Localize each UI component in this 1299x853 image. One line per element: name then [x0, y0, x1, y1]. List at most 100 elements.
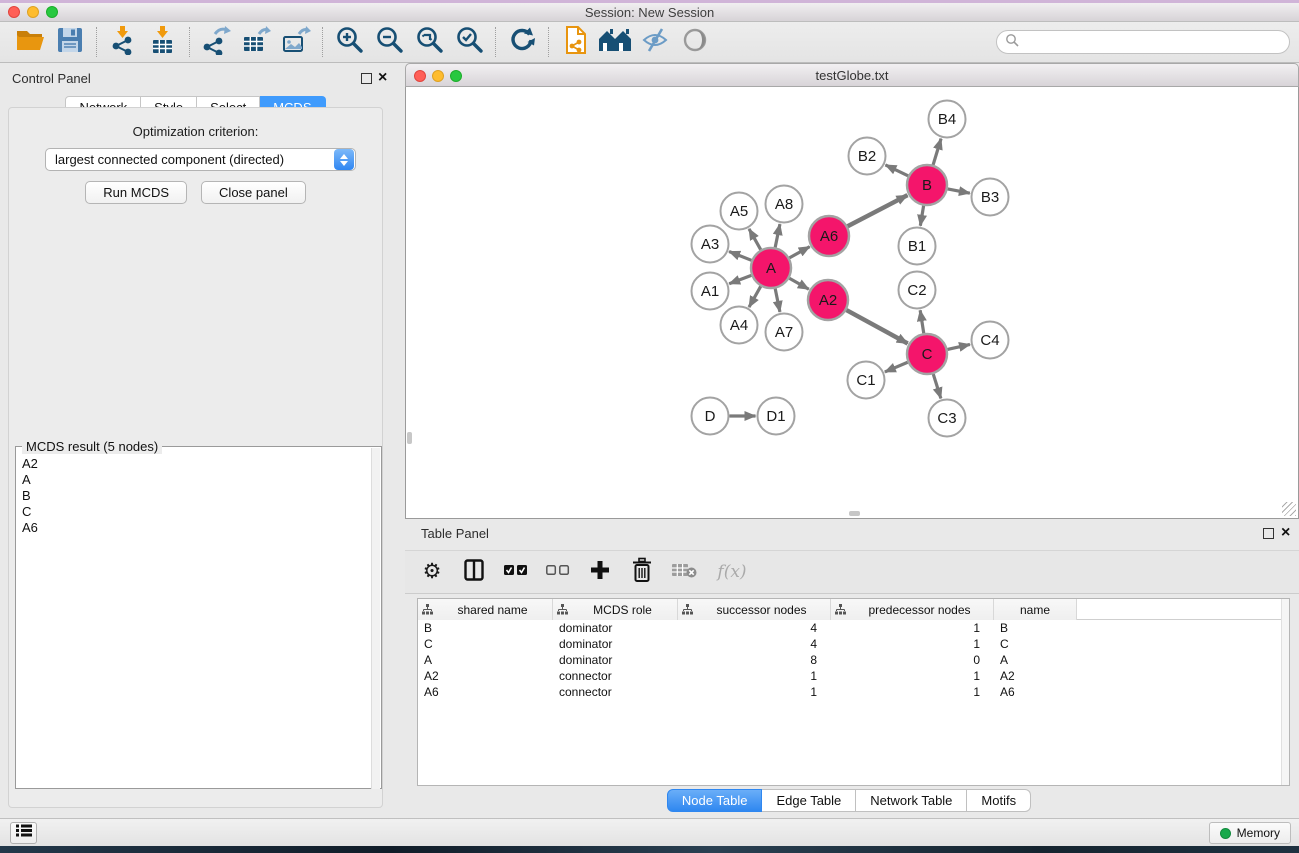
table-row-b[interactable]: Bdominator41B — [418, 620, 1289, 636]
column-header-name[interactable]: name — [994, 599, 1077, 620]
close-window-button[interactable] — [8, 6, 20, 18]
zoom-selected-button[interactable] — [449, 24, 489, 60]
result-item-a6[interactable]: A6 — [16, 520, 381, 536]
result-list-scrollbar[interactable] — [371, 448, 380, 789]
cell-name[interactable]: B — [994, 620, 1077, 636]
network-hscroll-thumb[interactable] — [849, 511, 860, 516]
edge-B-B4[interactable] — [933, 139, 941, 165]
table-settings-button[interactable]: ⚙ — [419, 558, 445, 586]
network-resize-grip[interactable] — [1282, 502, 1296, 516]
select-all-button[interactable] — [503, 558, 529, 586]
zoom-in-button[interactable] — [329, 24, 369, 60]
edge-A-A3[interactable] — [729, 252, 751, 261]
edge-A-A6[interactable] — [789, 247, 809, 258]
cell-successor-nodes[interactable]: 1 — [678, 668, 831, 684]
result-item-a2[interactable]: A2 — [16, 456, 381, 472]
close-panel-icon-button[interactable]: × — [378, 69, 387, 87]
criterion-dropdown[interactable]: largest connected component (directed) — [45, 148, 356, 171]
column-header-successor-nodes[interactable]: successor nodes — [678, 599, 831, 620]
result-item-a[interactable]: A — [16, 472, 381, 488]
cell-predecessor-nodes[interactable]: 1 — [831, 620, 994, 636]
cell-successor-nodes[interactable]: 4 — [678, 620, 831, 636]
show-columns-button[interactable] — [461, 558, 487, 586]
edge-A-A1[interactable] — [729, 275, 751, 283]
function-builder-button[interactable]: f(x) — [713, 558, 751, 586]
cell-predecessor-nodes[interactable]: 1 — [831, 684, 994, 700]
add-row-button[interactable] — [587, 558, 613, 586]
cell-shared-name[interactable]: C — [418, 636, 553, 652]
edge-A-A4[interactable] — [749, 286, 761, 307]
cell-name[interactable]: A — [994, 652, 1077, 668]
delete-row-button[interactable] — [629, 558, 655, 586]
cell-predecessor-nodes[interactable]: 0 — [831, 652, 994, 668]
table-row-a2[interactable]: A2connector11A2 — [418, 668, 1289, 684]
show-details-button[interactable] — [675, 24, 715, 60]
edge-C-C3[interactable] — [933, 374, 941, 398]
search-field[interactable] — [996, 30, 1290, 54]
edge-A-A7[interactable] — [775, 289, 780, 312]
table-row-c[interactable]: Cdominator41C — [418, 636, 1289, 652]
edge-A2-C[interactable] — [846, 310, 907, 343]
unselect-all-button[interactable] — [545, 558, 571, 586]
minimize-window-button[interactable] — [27, 6, 39, 18]
cell-successor-nodes[interactable]: 8 — [678, 652, 831, 668]
houses-button[interactable] — [595, 24, 635, 60]
edge-A-A5[interactable] — [749, 229, 761, 250]
table-row-a[interactable]: Adominator80A — [418, 652, 1289, 668]
cell-mcds-role[interactable]: connector — [553, 684, 678, 700]
zoom-window-button[interactable] — [46, 6, 58, 18]
column-header-mcds-role[interactable]: MCDS role — [553, 599, 678, 620]
edge-C-C1[interactable] — [885, 362, 908, 372]
delete-table-button[interactable] — [671, 558, 697, 586]
export-image-button[interactable] — [276, 24, 316, 60]
cell-successor-nodes[interactable]: 1 — [678, 684, 831, 700]
column-header-predecessor-nodes[interactable]: predecessor nodes — [831, 599, 994, 620]
edge-A-A2[interactable] — [789, 278, 809, 289]
edge-A6-B[interactable] — [848, 195, 908, 226]
export-network-button[interactable] — [196, 24, 236, 60]
import-table-button[interactable] — [143, 24, 183, 60]
cell-shared-name[interactable]: A2 — [418, 668, 553, 684]
edge-A-A8[interactable] — [775, 224, 780, 247]
network-window-titlebar[interactable]: testGlobe.txt — [405, 63, 1299, 87]
cell-mcds-role[interactable]: dominator — [553, 620, 678, 636]
tab-network-table[interactable]: Network Table — [856, 789, 967, 812]
result-item-c[interactable]: C — [16, 504, 381, 520]
memory-button[interactable]: Memory — [1209, 822, 1291, 844]
hide-details-button[interactable] — [635, 24, 675, 60]
import-network-button[interactable] — [103, 24, 143, 60]
network-document-button[interactable] — [555, 24, 595, 60]
cell-shared-name[interactable]: B — [418, 620, 553, 636]
cell-mcds-role[interactable]: connector — [553, 668, 678, 684]
refresh-button[interactable] — [502, 24, 542, 60]
table-row-a6[interactable]: A6connector11A6 — [418, 684, 1289, 700]
edge-B-B2[interactable] — [885, 165, 908, 176]
table-vscroll[interactable] — [1281, 599, 1289, 785]
cell-name[interactable]: A6 — [994, 684, 1077, 700]
task-history-button[interactable] — [10, 822, 37, 844]
cell-mcds-role[interactable]: dominator — [553, 636, 678, 652]
table-float-button[interactable] — [1263, 528, 1274, 539]
save-session-button[interactable] — [50, 24, 90, 60]
cell-shared-name[interactable]: A6 — [418, 684, 553, 700]
cell-name[interactable]: A2 — [994, 668, 1077, 684]
edge-C-C2[interactable] — [920, 310, 924, 333]
open-file-button[interactable] — [10, 24, 50, 60]
edge-C-C4[interactable] — [947, 344, 969, 349]
network-close-button[interactable] — [414, 70, 426, 82]
tab-motifs[interactable]: Motifs — [967, 789, 1031, 812]
network-vscroll-thumb[interactable] — [407, 432, 412, 444]
network-zoom-button[interactable] — [450, 70, 462, 82]
cell-predecessor-nodes[interactable]: 1 — [831, 636, 994, 652]
result-item-b[interactable]: B — [16, 488, 381, 504]
close-panel-button[interactable]: Close panel — [201, 181, 306, 204]
tab-node-table[interactable]: Node Table — [667, 789, 763, 812]
edge-B-B1[interactable] — [920, 206, 923, 226]
run-mcds-button[interactable]: Run MCDS — [85, 181, 187, 204]
tab-edge-table[interactable]: Edge Table — [762, 789, 856, 812]
cell-predecessor-nodes[interactable]: 1 — [831, 668, 994, 684]
cell-successor-nodes[interactable]: 4 — [678, 636, 831, 652]
column-header-shared-name[interactable]: shared name — [418, 599, 553, 620]
cell-mcds-role[interactable]: dominator — [553, 652, 678, 668]
network-canvas[interactable]: AA1A2A3A4A5A6A7A8BB1B2B3B4CC1C2C3C4DD1 — [405, 87, 1299, 519]
